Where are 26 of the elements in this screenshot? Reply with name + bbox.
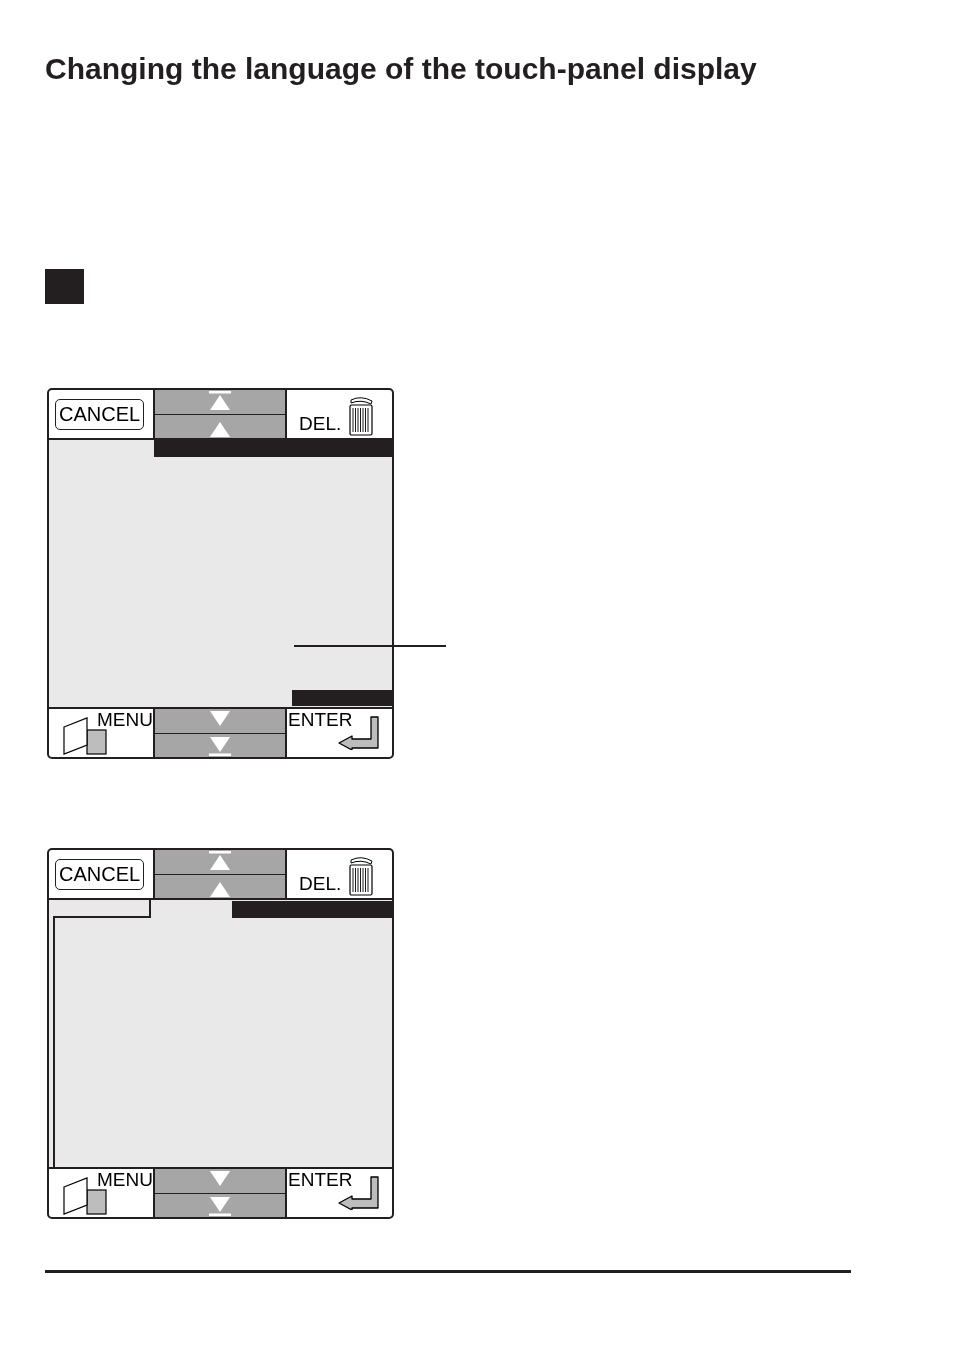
- scroll-down-button[interactable]: [155, 1169, 285, 1194]
- scroll-to-top-button[interactable]: [155, 850, 285, 875]
- enter-button[interactable]: ENTER: [287, 1169, 392, 1217]
- scroll-to-top-button[interactable]: [155, 390, 285, 415]
- scroll-down-button[interactable]: [155, 709, 285, 734]
- down-triangle-icon: [210, 711, 230, 726]
- trash-can-icon: [348, 395, 375, 436]
- enter-button[interactable]: ENTER: [287, 709, 392, 757]
- up-triangle-icon: [210, 882, 230, 897]
- scroll-to-bottom-icon: [209, 1197, 231, 1216]
- delete-button[interactable]: DEL.: [287, 850, 392, 898]
- scroll-to-top-icon: [209, 851, 231, 870]
- scroll-to-top-icon: [209, 391, 231, 410]
- cancel-button[interactable]: CANCEL: [55, 858, 145, 890]
- down-triangle-icon: [210, 1171, 230, 1186]
- page-title: Changing the language of the touch-panel display: [45, 52, 757, 86]
- step-marker-icon: [45, 269, 84, 304]
- cancel-button[interactable]: CANCEL: [55, 398, 145, 430]
- scroll-up-button[interactable]: [155, 414, 285, 438]
- scroll-to-bottom-icon: [209, 737, 231, 756]
- up-triangle-icon: [210, 422, 230, 437]
- scroll-up-button[interactable]: [155, 874, 285, 898]
- menu-button[interactable]: MENU: [49, 709, 153, 757]
- trash-can-icon: [348, 855, 375, 896]
- delete-button[interactable]: DEL.: [287, 390, 392, 438]
- menu-button[interactable]: MENU: [49, 1169, 153, 1217]
